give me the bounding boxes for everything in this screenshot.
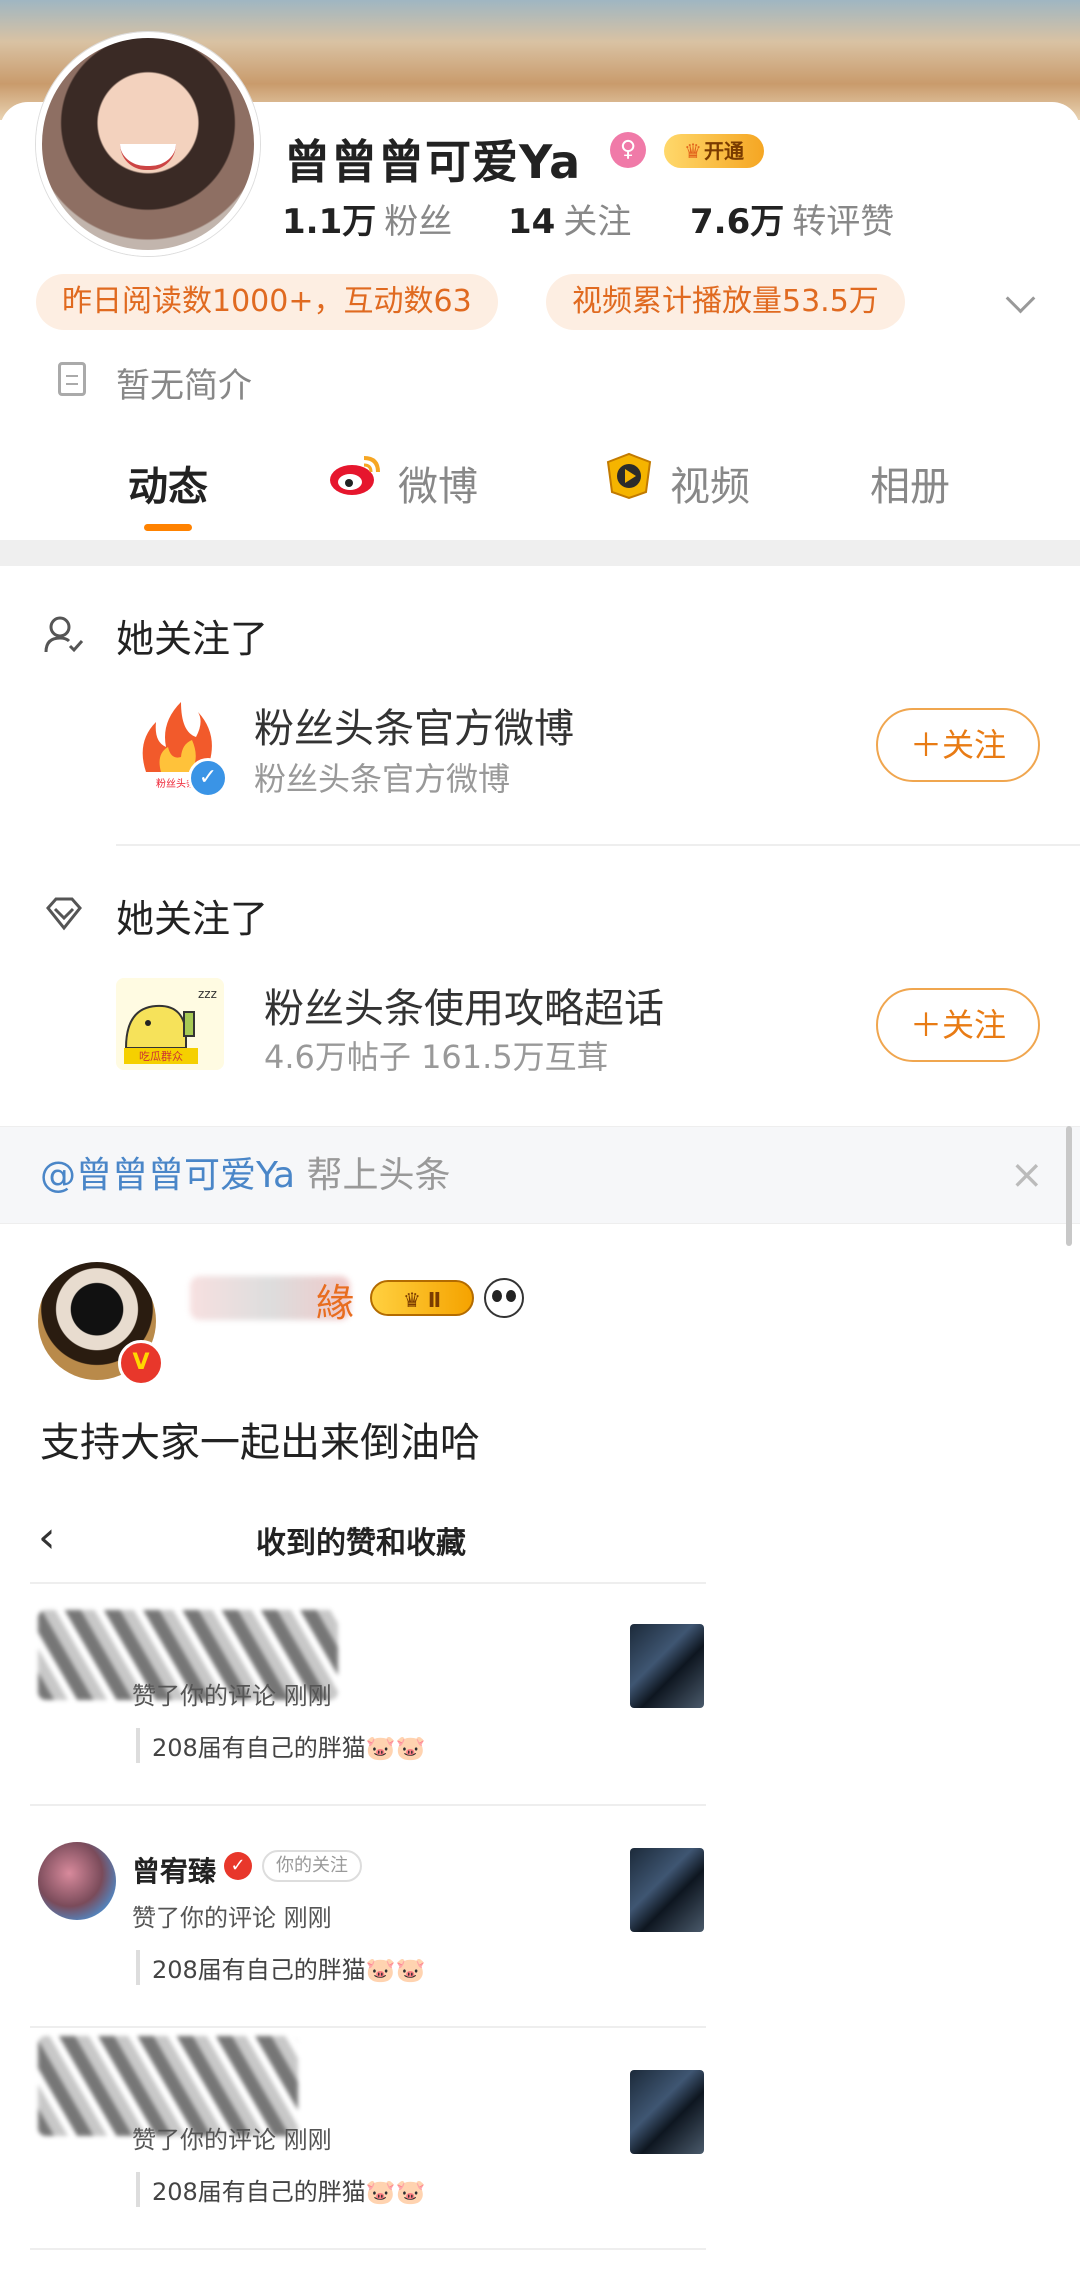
stat-number: 14: [508, 202, 556, 242]
vip-open-badge[interactable]: ♛ 开通: [664, 134, 764, 168]
follow-button[interactable]: ＋关注: [876, 708, 1040, 782]
followed-topic-stats: 4.6万帖子 161.5万互茸: [264, 1038, 609, 1076]
person-check-icon: [44, 616, 84, 653]
scrollbar[interactable]: [1066, 1126, 1072, 1246]
tab-feed[interactable]: 动态: [128, 454, 208, 512]
section-divider: [0, 540, 1080, 566]
user-avatar: [38, 1842, 116, 1920]
notification-quote: 208届有自己的胖猫🐷🐷: [136, 1728, 426, 1763]
read-stats-pill[interactable]: 昨日阅读数1000+，互动数63: [36, 274, 498, 330]
close-icon[interactable]: ×: [1010, 1152, 1044, 1198]
tab-album[interactable]: 相册: [870, 454, 950, 512]
followed-account-name[interactable]: 粉丝头条官方微博: [254, 696, 574, 754]
female-svip-icon[interactable]: ♀: [610, 132, 646, 168]
notification-quote: 208届有自己的胖猫🐷🐷: [136, 1950, 426, 1985]
video-play-icon: [606, 452, 652, 500]
crown-icon: ♛: [402, 1288, 428, 1312]
list-separator: [30, 1582, 706, 1584]
notification-quote: 208届有自己的胖猫🐷🐷: [136, 2172, 426, 2207]
stat-label: 转评赞: [792, 202, 895, 242]
post-text: 支持大家一起出来倒油哈: [40, 1420, 480, 1466]
back-icon: ‹: [38, 1512, 56, 1563]
stat-number: 1.1万: [282, 202, 377, 242]
document-icon: [58, 362, 86, 396]
stat-label: 关注: [563, 202, 632, 242]
stat-number: 7.6万: [690, 202, 785, 242]
guide-logo-text: 吃瓜群众: [139, 1049, 183, 1063]
profile-name: 曾曾曾可爱Ya: [284, 135, 582, 189]
crown-icon: ♛: [684, 139, 702, 163]
verified-v-icon: ✓: [224, 1852, 252, 1880]
open-badge-label: 开通: [703, 139, 744, 163]
tab-video[interactable]: 视频: [670, 454, 750, 512]
guide-supertopic-logo-icon[interactable]: zzz 吃瓜群众: [116, 978, 224, 1070]
list-separator: [30, 2248, 706, 2250]
stat-interactions[interactable]: 7.6万 转评赞: [690, 194, 894, 243]
panda-icon: [484, 1278, 524, 1318]
list-separator: [116, 844, 1080, 846]
verified-v-icon: V: [118, 1340, 164, 1386]
followed-account-desc: 粉丝头条官方微博: [254, 760, 511, 798]
profile-avatar[interactable]: [36, 32, 260, 256]
diamond-icon: [46, 897, 82, 931]
stat-following[interactable]: 14 关注: [508, 194, 631, 243]
notification-action: 赞了你的评论 刚刚: [132, 1904, 332, 1932]
follow-heading: 她关注了: [116, 897, 269, 941]
member-level-badge: ♛ Ⅱ: [370, 1280, 474, 1316]
post-thumbnail: [630, 2070, 704, 2154]
active-tab-indicator: [144, 524, 192, 531]
stat-followers[interactable]: 1.1万 粉丝: [282, 194, 452, 243]
video-stats-pill[interactable]: 视频累计播放量53.5万: [546, 274, 905, 330]
follow-heading: 她关注了: [116, 617, 269, 661]
stat-label: 粉丝: [384, 202, 453, 242]
headline-promo-text: @曾曾曾可爱Ya 帮上头条: [40, 1146, 451, 1198]
level-label: Ⅱ: [427, 1288, 442, 1312]
tab-weibo[interactable]: 微博: [398, 454, 478, 512]
follow-button[interactable]: ＋关注: [876, 988, 1040, 1062]
profile-bio: 暂无简介: [116, 366, 252, 406]
embedded-title: 收到的赞和收藏: [256, 1526, 466, 1561]
notification-action: 赞了你的评论 刚刚: [132, 2126, 332, 2154]
weibo-logo-icon: [330, 456, 380, 495]
list-separator: [30, 1804, 706, 1806]
post-thumbnail: [630, 1624, 704, 1708]
post-author-name[interactable]: 緣: [316, 1272, 354, 1327]
verified-v-icon: ✓: [188, 758, 228, 798]
mention-link[interactable]: @曾曾曾可爱Ya: [40, 1155, 295, 1196]
followed-topic-name[interactable]: 粉丝头条使用攻略超话: [264, 976, 664, 1034]
svg-text:zzz: zzz: [198, 987, 217, 1001]
promo-label: 帮上头条: [295, 1155, 451, 1196]
notification-user-name: 曾宥臻: [132, 1855, 217, 1888]
post-thumbnail: [630, 1848, 704, 1932]
notification-action: 赞了你的评论 刚刚: [132, 1682, 332, 1710]
list-separator: [30, 2026, 706, 2028]
following-tag: 你的关注: [262, 1850, 362, 1882]
